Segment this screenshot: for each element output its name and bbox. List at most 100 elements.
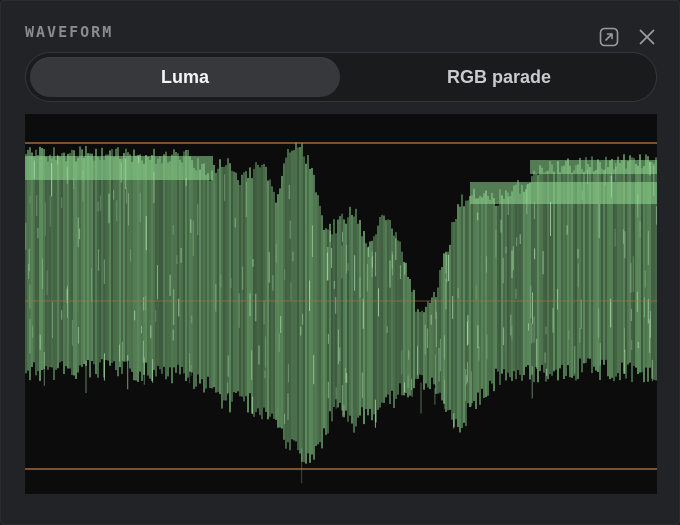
tab-rgb-parade[interactable]: RGB parade — [344, 57, 654, 97]
waveform-streak — [430, 314, 432, 325]
waveform-streak — [637, 194, 639, 218]
waveform-column — [57, 155, 59, 369]
waveform-streak — [467, 315, 469, 345]
waveform-streak — [401, 350, 403, 375]
waveform-streak — [190, 365, 192, 376]
waveform-streak — [66, 166, 68, 184]
waveform-column — [493, 198, 495, 392]
waveform-streak — [579, 328, 581, 343]
waveform-streak — [467, 362, 469, 383]
waveform-column — [171, 154, 173, 384]
waveform-streak — [288, 184, 290, 200]
waveform-streak — [57, 154, 58, 165]
waveform-column — [347, 217, 349, 422]
waveform-streak — [644, 270, 646, 288]
waveform-streak — [335, 296, 337, 314]
waveform-streak — [180, 247, 182, 263]
waveform-column — [511, 191, 513, 381]
waveform-column — [459, 206, 461, 433]
waveform-streak — [478, 346, 480, 361]
waveform-streak — [61, 197, 63, 208]
waveform-streak — [197, 203, 199, 236]
popout-icon[interactable] — [599, 27, 619, 47]
waveform-column — [121, 158, 123, 374]
waveform-streak — [215, 284, 217, 312]
waveform-column — [281, 175, 283, 429]
waveform-streak — [503, 327, 505, 346]
waveform-column — [93, 160, 95, 365]
waveform-streak — [367, 246, 369, 257]
waveform-column — [139, 154, 141, 372]
waveform-streak — [623, 328, 625, 353]
waveform-streak — [172, 329, 174, 341]
waveform-panel: WAVEFORM Luma RGB parade — [0, 0, 680, 525]
waveform-column — [187, 149, 189, 378]
waveform-column — [49, 154, 51, 368]
waveform-column — [267, 180, 269, 420]
waveform-streak — [292, 251, 294, 262]
waveform-column — [379, 216, 381, 408]
waveform-streak — [516, 237, 518, 247]
waveform-streak — [581, 190, 583, 201]
waveform-streak — [639, 230, 641, 238]
waveform-column — [115, 148, 117, 371]
waveform-streak — [552, 307, 554, 333]
waveform-column — [213, 164, 215, 388]
close-icon[interactable] — [637, 27, 657, 47]
waveform-column — [191, 160, 193, 373]
waveform-column — [489, 199, 491, 381]
waveform-column — [389, 220, 391, 404]
waveform-streak — [264, 370, 266, 379]
waveform-streak — [41, 258, 43, 290]
waveform-column — [307, 155, 309, 454]
waveform-streak — [155, 309, 157, 323]
waveform-column — [431, 297, 433, 378]
waveform-column — [189, 156, 191, 372]
waveform-streak — [258, 345, 260, 365]
waveform-streak — [61, 310, 63, 320]
tab-luma[interactable]: Luma — [30, 57, 340, 97]
waveform-column — [457, 204, 459, 428]
waveform-column — [35, 149, 37, 376]
waveform-highlight-band — [25, 156, 213, 180]
waveform-streak — [227, 355, 229, 377]
waveform-column — [515, 184, 517, 380]
waveform-streak — [127, 355, 129, 390]
waveform-streak — [477, 212, 479, 221]
waveform-streak — [533, 316, 535, 343]
waveform-column — [317, 195, 319, 445]
waveform-column — [37, 154, 39, 372]
waveform-streak — [331, 247, 333, 268]
waveform-streak — [108, 193, 110, 224]
waveform-column — [223, 166, 225, 401]
waveform-streak — [284, 413, 286, 424]
waveform-column — [47, 161, 49, 370]
waveform-column — [419, 312, 421, 375]
waveform-column — [63, 152, 65, 375]
waveform-streak — [144, 296, 146, 310]
waveform-column — [161, 163, 163, 374]
waveform-streak — [113, 190, 115, 200]
waveform-streak — [577, 263, 579, 288]
waveform-streak — [176, 255, 178, 264]
waveform-streak — [278, 333, 280, 352]
waveform-column — [89, 153, 91, 378]
waveform-streak — [264, 336, 266, 368]
waveform-column — [487, 195, 489, 396]
waveform-streak — [77, 217, 79, 248]
waveform-streak — [470, 371, 472, 407]
waveform-column — [157, 158, 159, 366]
waveform-streak — [574, 346, 576, 374]
waveform-column — [321, 215, 323, 449]
waveform-streak — [519, 234, 521, 244]
waveform-column — [519, 193, 521, 375]
waveform-streak — [404, 263, 406, 275]
waveform-streak — [577, 248, 579, 259]
waveform-column — [69, 153, 71, 369]
waveform-column — [461, 194, 463, 428]
waveform-column — [517, 179, 519, 371]
waveform-streak — [636, 291, 638, 313]
waveform-scope — [25, 114, 657, 494]
waveform-streak — [650, 311, 651, 338]
waveform-streak — [29, 319, 31, 354]
